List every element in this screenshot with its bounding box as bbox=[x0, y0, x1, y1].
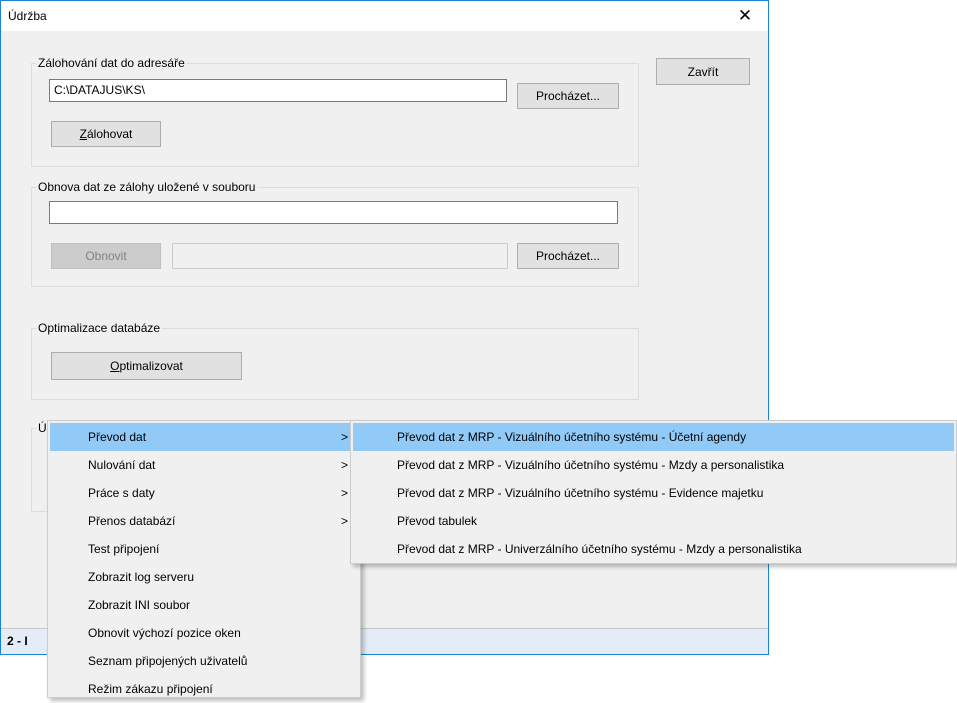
menu-item-test-pripojeni[interactable]: Test připojení bbox=[50, 535, 358, 563]
optimize-group-label: Optimalizace databáze bbox=[36, 321, 163, 335]
submenu-item-ucetni-agendy[interactable]: Převod dat z MRP - Vizuálního účetního s… bbox=[353, 423, 954, 451]
optimize-button-accel: O bbox=[110, 359, 120, 373]
backup-path-input[interactable]: C:\DATAJUS\KS\ bbox=[49, 79, 507, 102]
optimize-button-label: ptimalizovat bbox=[119, 359, 183, 373]
submenu-item-evidence-majetku[interactable]: Převod dat z MRP - Vizuálního účetního s… bbox=[353, 479, 954, 507]
menu-item-label: Přenos databází bbox=[88, 514, 176, 528]
menu-item-rezim-zakazu[interactable]: Režim zákazu připojení bbox=[50, 675, 358, 703]
submenu-item-label: Převod dat z MRP - Univerzálního účetníh… bbox=[397, 542, 802, 556]
menu-item-label: Test připojení bbox=[88, 542, 160, 556]
menu-item-obnovit-pozice[interactable]: Obnovit výchozí pozice oken bbox=[50, 619, 358, 647]
backup-group-label: Zálohování dat do adresáře bbox=[36, 56, 187, 70]
close-icon[interactable]: ✕ bbox=[722, 1, 768, 31]
status-text: 2 - I bbox=[7, 634, 28, 648]
menu-item-label: Zobrazit INI soubor bbox=[88, 598, 191, 612]
submenu-prevod-dat: Převod dat z MRP - Vizuálního účetního s… bbox=[350, 420, 957, 564]
restore-browse-button[interactable]: Procházet... bbox=[517, 243, 619, 269]
submenu-item-label: Převod dat z MRP - Vizuálního účetního s… bbox=[397, 486, 764, 500]
submenu-arrow-icon: > bbox=[340, 486, 348, 500]
optimize-button[interactable]: Optimalizovat bbox=[51, 352, 242, 380]
restore-group-label: Obnova dat ze zálohy uložené v souboru bbox=[36, 180, 258, 194]
backup-button-accel: Z bbox=[79, 127, 87, 141]
submenu-item-label: Převod tabulek bbox=[397, 514, 478, 528]
menu-item-label: Převod dat bbox=[88, 430, 147, 444]
backup-button[interactable]: Zálohovat bbox=[51, 121, 161, 147]
backup-browse-button[interactable]: Procházet... bbox=[517, 83, 619, 109]
submenu-item-prevod-tabulek[interactable]: Převod tabulek bbox=[353, 507, 954, 535]
submenu-item-mzdy-vizualni[interactable]: Převod dat z MRP - Vizuálního účetního s… bbox=[353, 451, 954, 479]
menu-item-seznam-uzivatelu[interactable]: Seznam připojených uživatelů bbox=[50, 647, 358, 675]
submenu-arrow-icon: > bbox=[340, 514, 348, 528]
backup-button-label: álohovat bbox=[86, 127, 133, 141]
restore-button[interactable]: Obnovit bbox=[51, 243, 161, 269]
menu-item-prenos-databazi[interactable]: Přenos databází > bbox=[50, 507, 358, 535]
window-title: Údržba bbox=[8, 9, 47, 23]
menu-item-zobrazit-ini[interactable]: Zobrazit INI soubor bbox=[50, 591, 358, 619]
menu-item-prace-s-daty[interactable]: Práce s daty > bbox=[50, 479, 358, 507]
menu-item-label: Režim zákazu připojení bbox=[88, 682, 213, 696]
menu-item-nulovani-dat[interactable]: Nulování dat > bbox=[50, 451, 358, 479]
menu-item-label: Obnovit výchozí pozice oken bbox=[88, 626, 241, 640]
submenu-item-label: Převod dat z MRP - Vizuálního účetního s… bbox=[397, 430, 747, 444]
menu-item-zobrazit-log[interactable]: Zobrazit log serveru bbox=[50, 563, 358, 591]
menu-item-prevod-dat[interactable]: Převod dat > bbox=[50, 423, 358, 451]
restore-secondary-input[interactable] bbox=[172, 243, 508, 269]
submenu-arrow-icon: > bbox=[340, 430, 348, 444]
menu-item-label: Seznam připojených uživatelů bbox=[88, 654, 248, 668]
menu-item-label: Nulování dat bbox=[88, 458, 156, 472]
close-button[interactable]: Zavřít bbox=[656, 58, 750, 85]
title-bar: Údržba ✕ bbox=[1, 1, 768, 31]
menu-item-label: Práce s daty bbox=[88, 486, 155, 500]
submenu-item-label: Převod dat z MRP - Vizuálního účetního s… bbox=[397, 458, 785, 472]
submenu-item-mzdy-univerzalni[interactable]: Převod dat z MRP - Univerzálního účetníh… bbox=[353, 535, 954, 563]
context-menu: Převod dat > Nulování dat > Práce s daty… bbox=[47, 420, 361, 698]
restore-file-input[interactable] bbox=[49, 201, 618, 224]
submenu-arrow-icon: > bbox=[340, 458, 348, 472]
menu-item-label: Zobrazit log serveru bbox=[88, 570, 195, 584]
